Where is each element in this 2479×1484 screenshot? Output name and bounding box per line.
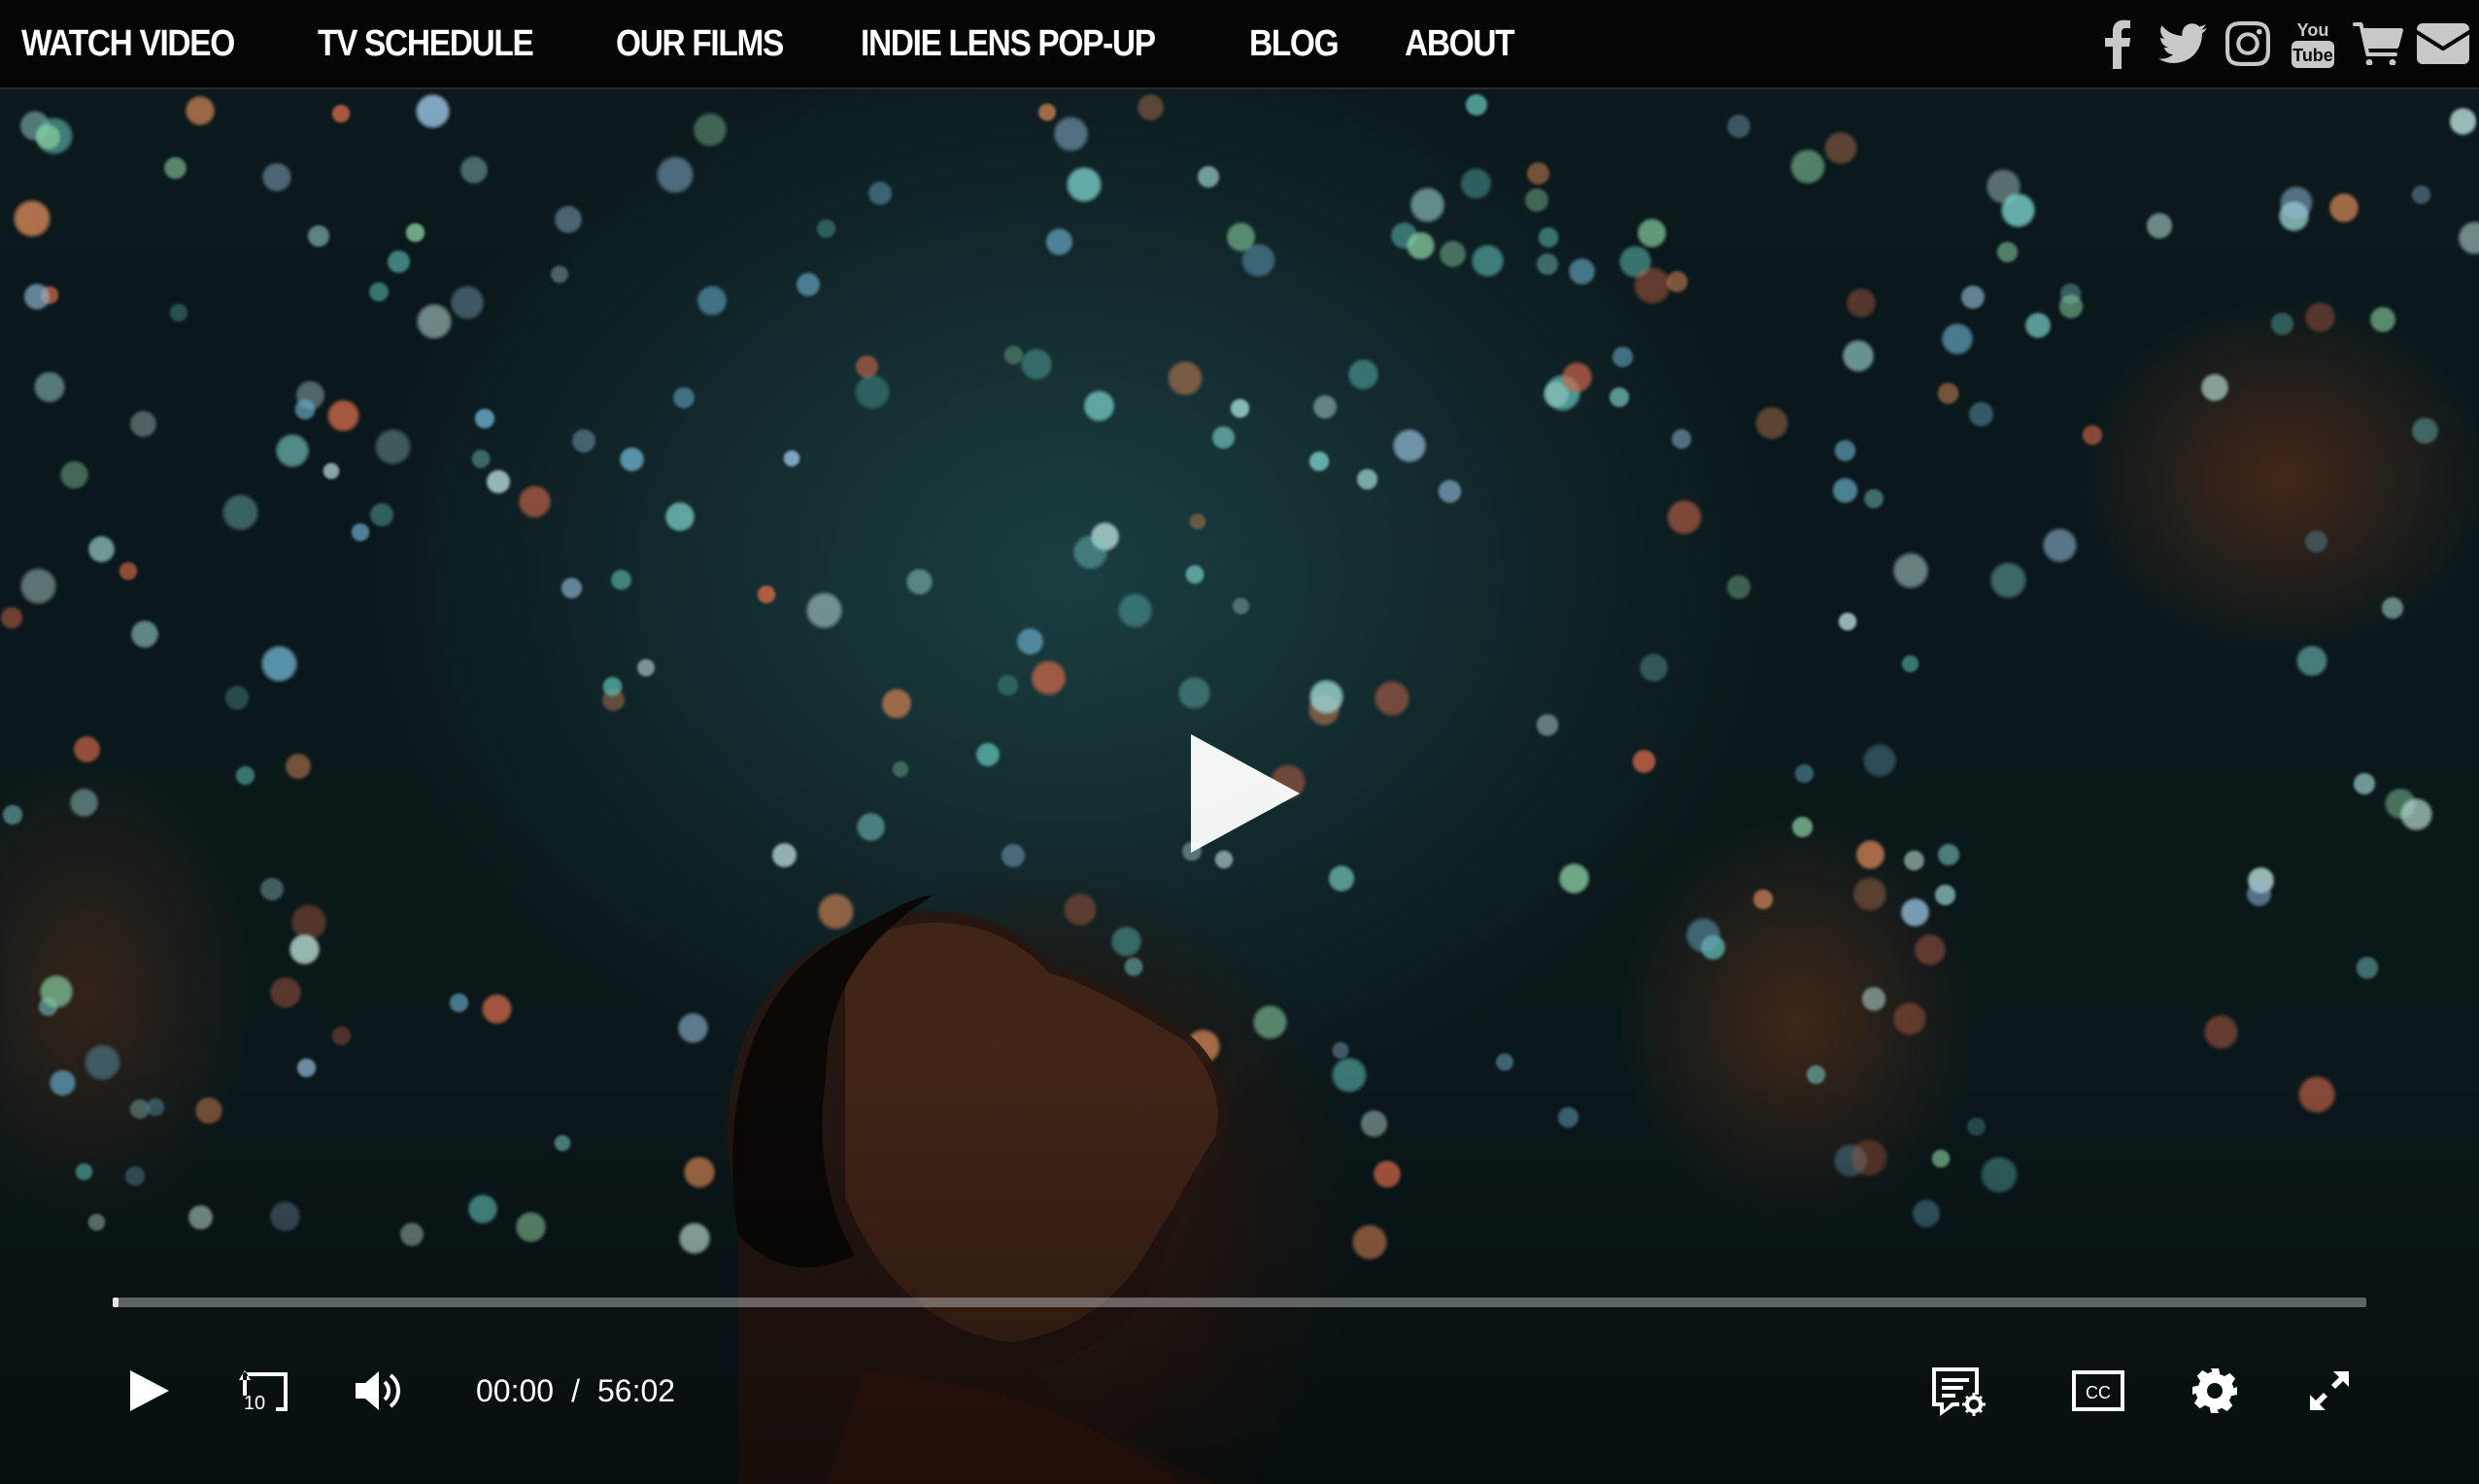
time-display: 00:00 / 56:02 bbox=[476, 1369, 675, 1412]
video-player[interactable]: 10 00:00 / 56:02 CC bbox=[0, 89, 2479, 1484]
nav-about[interactable]: ABOUT bbox=[1405, 23, 1515, 65]
nav-tv-schedule[interactable]: TV SCHEDULE bbox=[318, 23, 534, 65]
cc-label: CC bbox=[2086, 1383, 2111, 1402]
progress-bar[interactable] bbox=[113, 1298, 2366, 1307]
youtube-icon[interactable]: You Tube bbox=[2285, 16, 2341, 72]
caption-settings-icon bbox=[1932, 1367, 1986, 1416]
facebook-icon[interactable] bbox=[2089, 16, 2146, 72]
progress-fill bbox=[113, 1298, 119, 1307]
youtube-text-you: You bbox=[2297, 20, 2329, 40]
rewind-10-icon: 10 bbox=[239, 1370, 288, 1414]
big-play-icon[interactable] bbox=[1187, 730, 1304, 857]
twitter-icon[interactable] bbox=[2155, 16, 2211, 72]
fullscreen-button[interactable] bbox=[2294, 1360, 2364, 1422]
time-separator: / bbox=[571, 1372, 580, 1408]
nav-links: WATCH VIDEO TV SCHEDULE OUR FILMS INDIE … bbox=[21, 0, 1582, 87]
social-links: You Tube bbox=[2081, 0, 2471, 87]
skip-back-seconds: 10 bbox=[244, 1393, 265, 1414]
nav-blog[interactable]: BLOG bbox=[1249, 23, 1340, 65]
transcript-settings-button[interactable] bbox=[1923, 1360, 1993, 1422]
settings-button[interactable] bbox=[2180, 1360, 2250, 1422]
play-button[interactable] bbox=[115, 1360, 185, 1422]
volume-icon bbox=[356, 1371, 400, 1410]
fullscreen-icon bbox=[2310, 1371, 2349, 1410]
nav-watch-video[interactable]: WATCH VIDEO bbox=[21, 23, 235, 65]
skip-back-button[interactable]: 10 bbox=[229, 1360, 299, 1422]
top-navigation: WATCH VIDEO TV SCHEDULE OUR FILMS INDIE … bbox=[0, 0, 2479, 89]
duration: 56:02 bbox=[596, 1372, 676, 1408]
instagram-icon[interactable] bbox=[2220, 16, 2276, 72]
closed-captions-button[interactable]: CC bbox=[2063, 1360, 2133, 1422]
current-time: 00:00 bbox=[476, 1372, 555, 1408]
youtube-text-tube: Tube bbox=[2292, 46, 2333, 65]
email-icon[interactable] bbox=[2415, 16, 2471, 72]
nav-our-films[interactable]: OUR FILMS bbox=[616, 23, 784, 65]
gear-icon bbox=[2192, 1368, 2237, 1413]
shopping-cart-icon[interactable] bbox=[2350, 16, 2406, 72]
nav-indie-lens-pop-up[interactable]: INDIE LENS POP-UP bbox=[861, 23, 1156, 65]
play-icon bbox=[130, 1370, 169, 1411]
cc-icon: CC bbox=[2072, 1370, 2124, 1411]
volume-button[interactable] bbox=[346, 1360, 416, 1422]
